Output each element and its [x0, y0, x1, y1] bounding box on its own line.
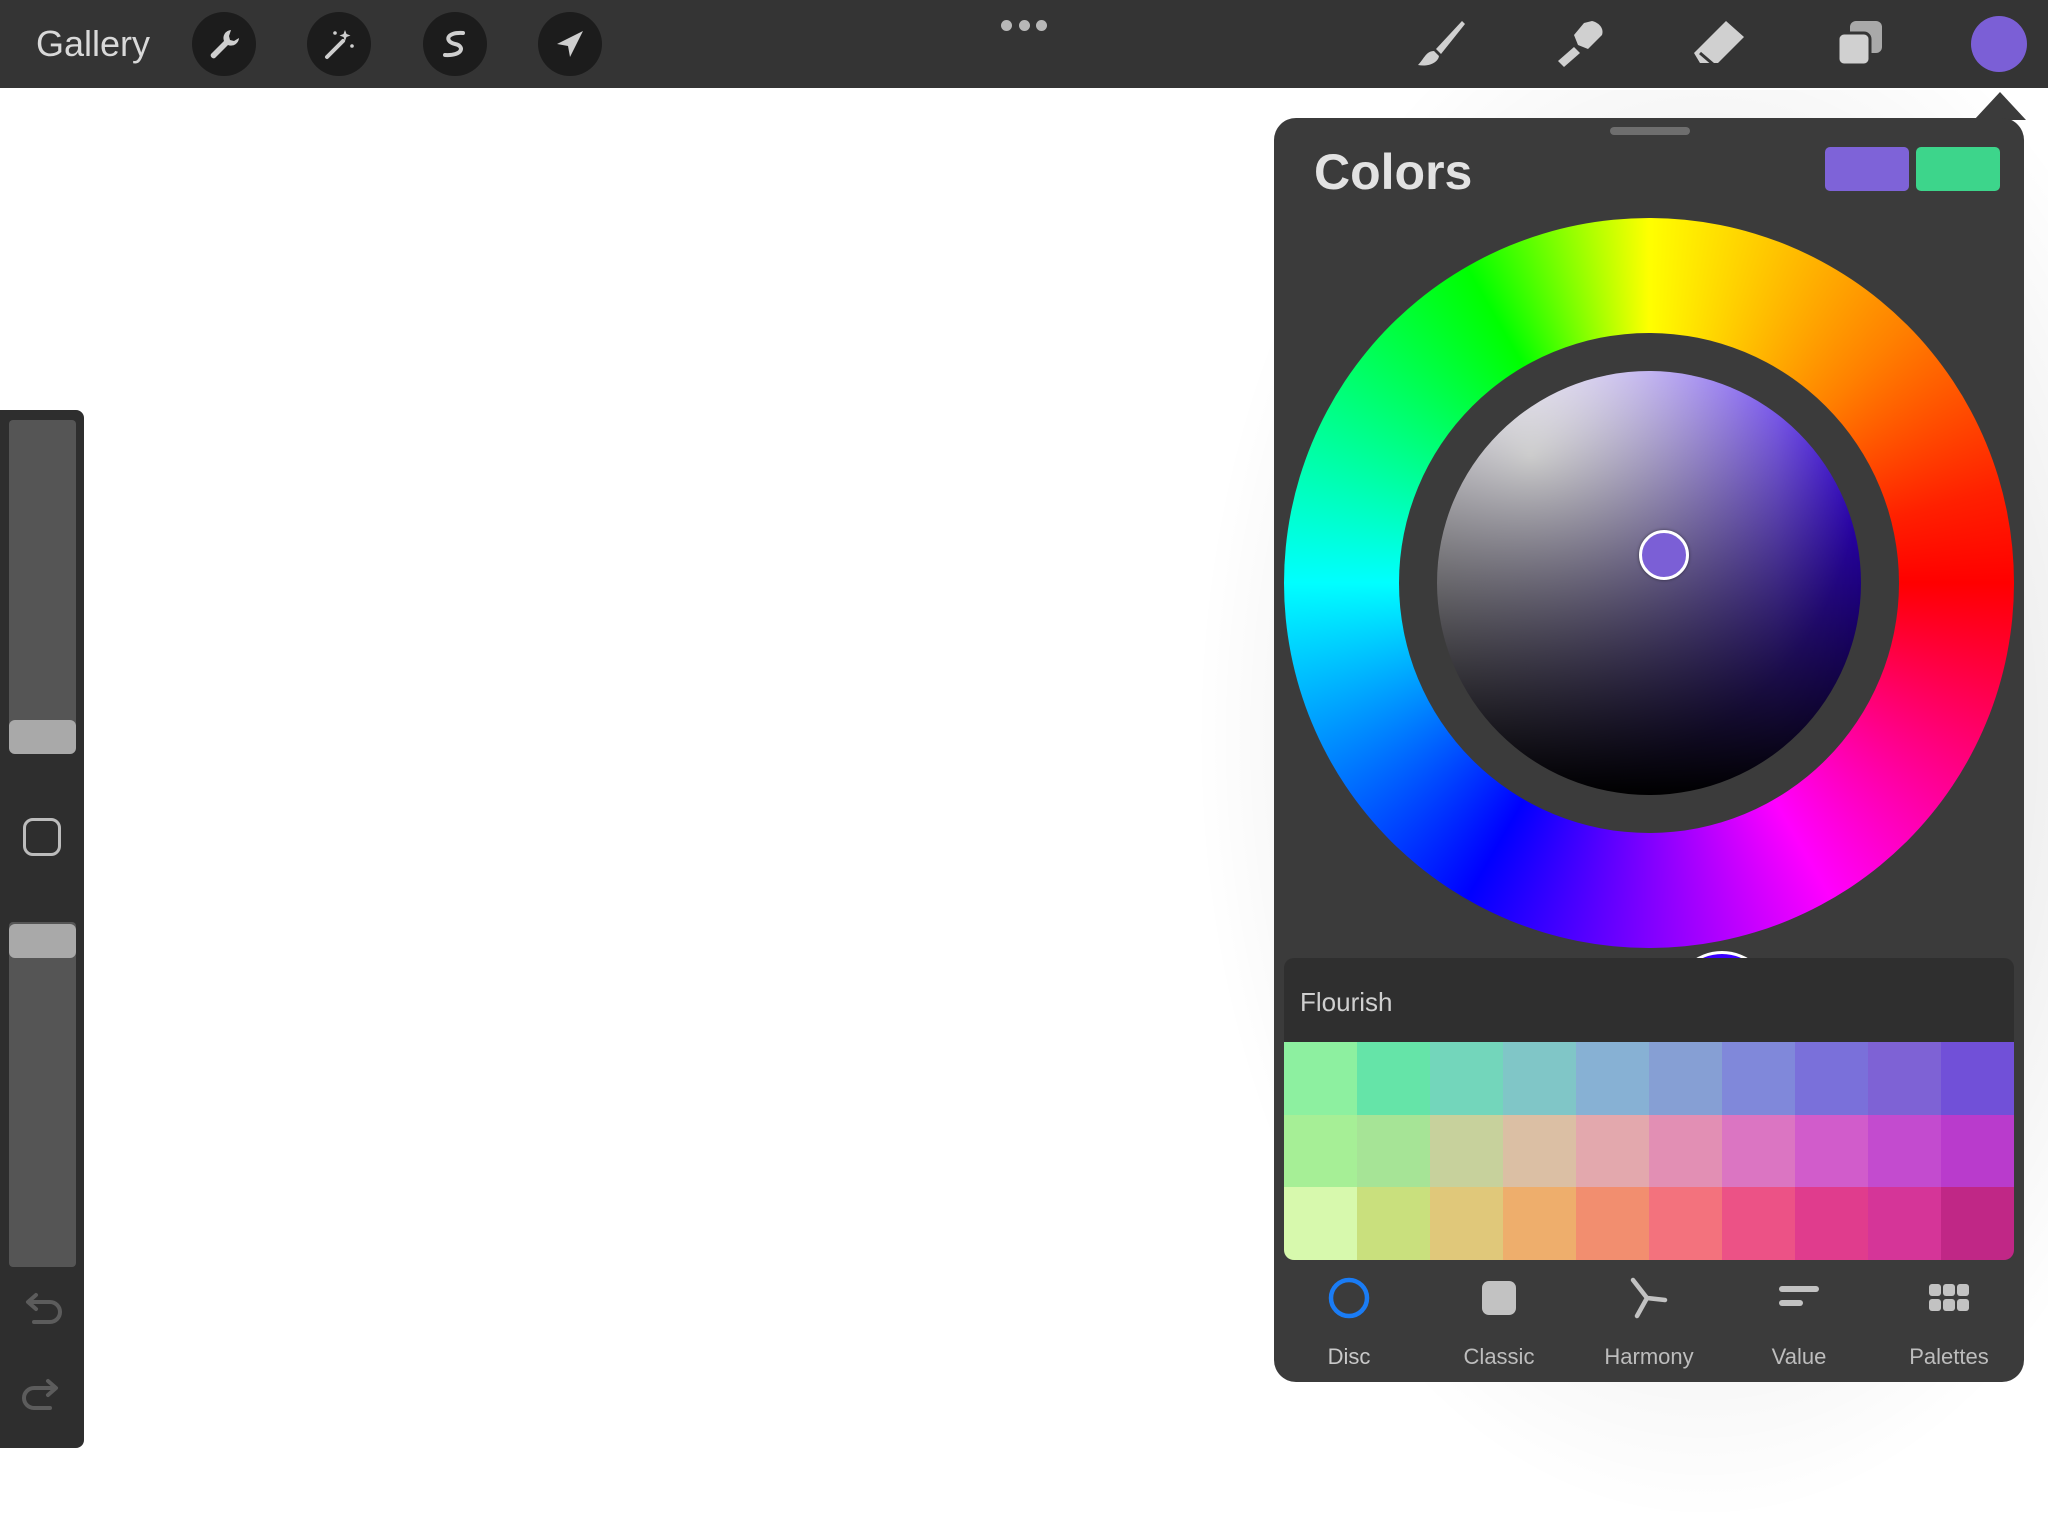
- dot-icon: [1001, 20, 1012, 31]
- palette-swatch[interactable]: [1649, 1187, 1722, 1260]
- layers-icon: [1836, 21, 1882, 67]
- palette-swatch[interactable]: [1430, 1042, 1503, 1115]
- tab-value[interactable]: Value: [1724, 1268, 1874, 1378]
- harmony-icon: [1630, 1277, 1668, 1319]
- saturation-knob[interactable]: [1639, 530, 1689, 580]
- palette-swatch[interactable]: [1941, 1114, 2014, 1188]
- tab-label: Harmony: [1604, 1344, 1694, 1369]
- palettes-grid-icon: [1929, 1284, 1969, 1311]
- smudge-icon: [1558, 21, 1603, 67]
- palette-swatch[interactable]: [1649, 1114, 1722, 1188]
- color-mode-tabs: Disc Classic Harmony Value Palettes: [1274, 1268, 2024, 1378]
- palette-swatch[interactable]: [1430, 1114, 1503, 1188]
- brush-opacity-slider[interactable]: [9, 922, 76, 1267]
- palette-swatch[interactable]: [1868, 1187, 1941, 1260]
- palette-swatch[interactable]: [1357, 1114, 1430, 1188]
- palette-swatch[interactable]: [1941, 1187, 2014, 1260]
- palette-swatch[interactable]: [1576, 1187, 1649, 1260]
- colors-panel: Colors Flourish Disc Classic Harmony Val…: [1274, 118, 2024, 1382]
- palette-swatch[interactable]: [1795, 1114, 1868, 1188]
- palette-swatch[interactable]: [1941, 1042, 2014, 1115]
- palette-swatch[interactable]: [1868, 1114, 1941, 1188]
- palette-swatch[interactable]: [1795, 1187, 1868, 1260]
- brush-size-slider-thumb[interactable]: [9, 720, 76, 754]
- palette-swatch[interactable]: [1357, 1042, 1430, 1115]
- tab-palettes[interactable]: Palettes: [1874, 1268, 2024, 1378]
- tab-classic[interactable]: Classic: [1424, 1268, 1574, 1378]
- palette-grid: [1284, 1042, 2014, 1260]
- palette: Flourish: [1284, 958, 2014, 1260]
- layers-button[interactable]: [1829, 14, 1889, 74]
- saturation-brightness-disc[interactable]: [1437, 371, 1861, 795]
- tab-harmony[interactable]: Harmony: [1574, 1268, 1724, 1378]
- adjustments-button[interactable]: [307, 12, 371, 76]
- tab-label: Disc: [1327, 1344, 1371, 1369]
- color-disc: [1284, 218, 2014, 1053]
- palette-swatch[interactable]: [1576, 1042, 1649, 1115]
- wrench-icon: [210, 30, 239, 59]
- disc-icon: [1328, 1277, 1370, 1319]
- brush-icon: [1418, 21, 1465, 66]
- palette-swatch[interactable]: [1722, 1187, 1795, 1260]
- value-sliders-icon: [1779, 1286, 1819, 1306]
- selection-icon: [443, 30, 465, 58]
- palette-swatch[interactable]: [1795, 1042, 1868, 1115]
- redo-icon[interactable]: [20, 1376, 64, 1416]
- palette-swatch[interactable]: [1576, 1114, 1649, 1188]
- top-toolbar: Gallery: [0, 0, 2048, 88]
- palette-swatch[interactable]: [1503, 1187, 1576, 1260]
- panel-pointer: [1974, 92, 2026, 120]
- more-dots-button[interactable]: [1001, 20, 1047, 32]
- previous-color-swatch[interactable]: [1916, 147, 2000, 191]
- move-arrow-icon: [557, 31, 583, 57]
- magic-wand-icon: [325, 30, 354, 59]
- palette-swatch[interactable]: [1722, 1114, 1795, 1188]
- brush-opacity-slider-thumb[interactable]: [9, 924, 76, 958]
- palette-swatch[interactable]: [1722, 1042, 1795, 1115]
- gallery-button[interactable]: Gallery: [36, 22, 150, 66]
- selection-button[interactable]: [423, 12, 487, 76]
- left-sidebar: [0, 410, 84, 1448]
- current-color-button[interactable]: [1971, 16, 2027, 72]
- palette-swatch[interactable]: [1868, 1042, 1941, 1115]
- modify-button[interactable]: [23, 818, 61, 856]
- palette-swatch[interactable]: [1284, 1042, 1357, 1115]
- current-color-swatch[interactable]: [1825, 147, 1909, 191]
- classic-square-icon: [1482, 1281, 1516, 1315]
- palette-swatch[interactable]: [1430, 1187, 1503, 1260]
- panel-grabber[interactable]: [1610, 127, 1690, 135]
- transform-button[interactable]: [538, 12, 602, 76]
- palette-name: Flourish: [1300, 987, 1393, 1017]
- palette-swatch[interactable]: [1284, 1114, 1357, 1188]
- palette-swatch[interactable]: [1284, 1187, 1357, 1260]
- tab-label: Palettes: [1909, 1344, 1989, 1369]
- palette-swatch[interactable]: [1649, 1042, 1722, 1115]
- tab-label: Classic: [1463, 1344, 1535, 1369]
- undo-icon[interactable]: [20, 1290, 64, 1330]
- eraser-tool-button[interactable]: [1689, 14, 1749, 74]
- palette-swatch[interactable]: [1503, 1042, 1576, 1115]
- palette-swatch[interactable]: [1357, 1187, 1430, 1260]
- palette-swatch[interactable]: [1503, 1114, 1576, 1188]
- dot-icon: [1036, 20, 1047, 31]
- procreate-canvas-screen: Gallery Colors Flourish Disc Classic Har…: [0, 0, 2048, 1536]
- brush-tool-button[interactable]: [1411, 14, 1471, 74]
- actions-button[interactable]: [192, 12, 256, 76]
- panel-title: Colors: [1314, 144, 1473, 200]
- brush-size-slider[interactable]: [9, 420, 76, 745]
- smudge-tool-button[interactable]: [1549, 14, 1609, 74]
- tab-label: Value: [1771, 1344, 1827, 1369]
- dot-icon: [1018, 20, 1030, 31]
- tab-disc[interactable]: Disc: [1274, 1268, 1424, 1378]
- eraser-icon: [1694, 21, 1744, 67]
